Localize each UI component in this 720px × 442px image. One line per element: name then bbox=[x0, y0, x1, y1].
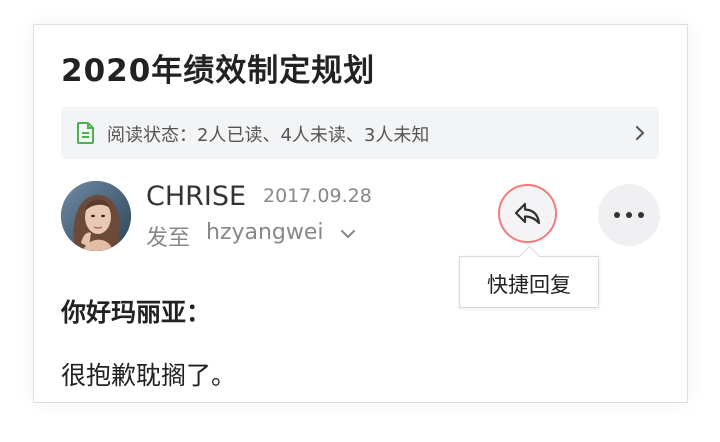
document-icon bbox=[77, 122, 95, 144]
send-date: 2017.09.28 bbox=[263, 185, 372, 207]
more-options-button[interactable] bbox=[598, 184, 660, 246]
recipient-name[interactable]: hzyangwei bbox=[206, 220, 324, 245]
tooltip-text: 快捷回复 bbox=[487, 273, 571, 297]
email-body-line: 很抱歉耽搁了。 bbox=[61, 361, 237, 390]
more-icon bbox=[614, 212, 644, 218]
send-to-label: 发至 bbox=[146, 226, 191, 251]
reply-tooltip: 快捷回复 bbox=[459, 245, 599, 308]
email-card: 2020年绩效制定规划 阅读状态：2人已读、4人未读、3人未知 CHRISE 2… bbox=[33, 24, 688, 403]
quick-reply-button[interactable] bbox=[498, 184, 557, 243]
sender-name[interactable]: CHRISE bbox=[146, 181, 246, 212]
chevron-right-icon[interactable] bbox=[633, 124, 647, 142]
tooltip-arrow bbox=[518, 245, 541, 268]
read-status-text: 阅读状态：2人已读、4人未读、3人未知 bbox=[107, 125, 430, 146]
read-status-bar[interactable]: 阅读状态：2人已读、4人未读、3人未知 bbox=[61, 107, 659, 159]
email-greeting: 你好玛丽亚： bbox=[61, 298, 212, 327]
chevron-down-icon[interactable] bbox=[339, 226, 357, 240]
reply-icon bbox=[514, 202, 541, 225]
email-subject: 2020年绩效制定规划 bbox=[61, 53, 376, 89]
avatar[interactable] bbox=[61, 181, 131, 251]
